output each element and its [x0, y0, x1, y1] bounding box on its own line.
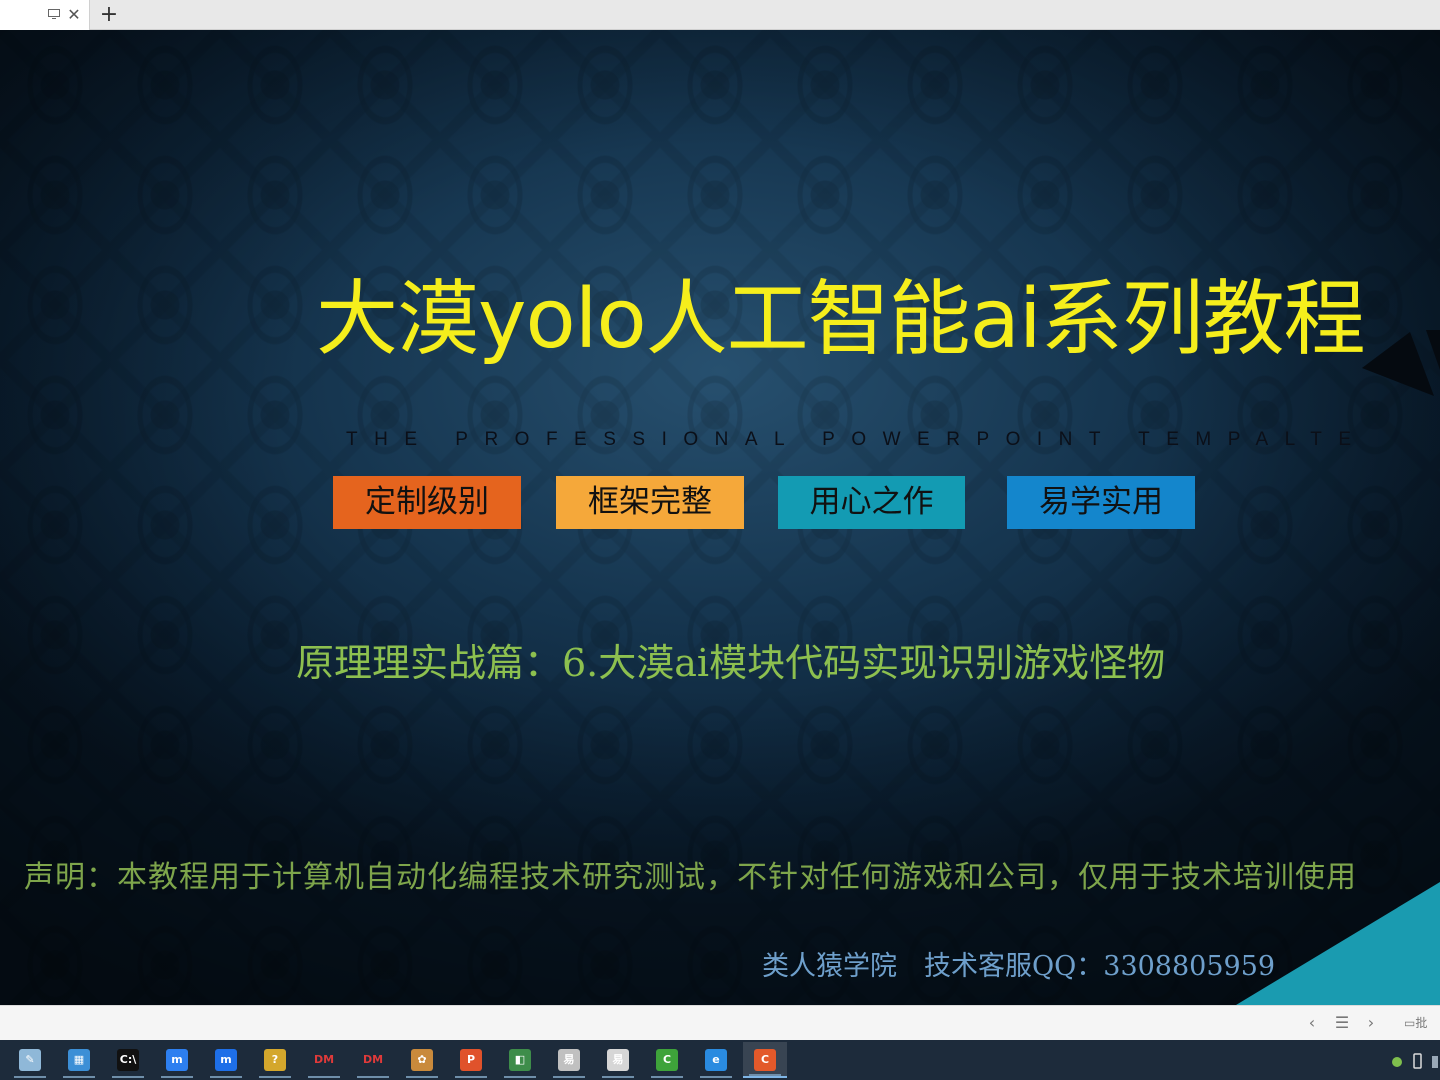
annotation-label: 批 — [1415, 1016, 1428, 1030]
running-indicator — [14, 1076, 46, 1078]
taskbar-notepad-1-button[interactable]: 易 — [547, 1042, 591, 1078]
active-tab[interactable]: ✕ — [0, 0, 90, 30]
annotation-icon: ▭ — [1404, 1016, 1416, 1030]
slide-subtitle: THE PROFESSIONAL POWERPOINT TEMPALTE — [346, 429, 1368, 450]
lesson-title: 原理理实战篇：6.大漠ai模块代码实现识别游戏怪物 — [296, 641, 1166, 685]
taskbar-dm-1-icon: DM — [313, 1053, 335, 1066]
disclaimer-text: 声明：本教程用于计算机自动化编程技术研究测试，不针对任何游戏和公司，仅用于技术培… — [24, 860, 1357, 895]
presentation-slide: 大漠yolo人工智能ai系列教程 THE PROFESSIONAL POWERP… — [0, 30, 1440, 1005]
taskbar-browser-icon: e — [705, 1049, 727, 1071]
system-tray[interactable] — [1388, 1050, 1440, 1072]
running-indicator — [210, 1076, 242, 1078]
taskbar-notepad-2-button[interactable]: 易 — [596, 1042, 640, 1078]
tag-custom-level: 定制级别 — [333, 476, 521, 529]
running-indicator — [259, 1076, 291, 1078]
taskbar-cmd-button[interactable]: C:\ — [106, 1042, 150, 1078]
taskbar-pencil-app-button[interactable]: ✎ — [8, 1042, 52, 1078]
taskbar-camtasia-orange-icon: C — [754, 1049, 776, 1071]
running-indicator — [455, 1076, 487, 1078]
running-indicator — [602, 1076, 634, 1078]
taskbar-installer-button[interactable]: ◧ — [498, 1042, 542, 1078]
monitor-icon — [48, 9, 60, 19]
slideshow-control-bar: ‹ ☰ › ▭批 — [0, 1005, 1440, 1040]
taskbar-chat-app-1-button[interactable]: m — [155, 1042, 199, 1078]
taskbar-camtasia-green-button[interactable]: C — [645, 1042, 689, 1078]
decorative-black-triangle — [1362, 330, 1440, 396]
tag-complete-framework: 框架完整 — [556, 476, 744, 529]
taskbar-cmd-icon: C:\ — [117, 1049, 139, 1071]
tab-strip: ✕ + — [0, 0, 1440, 30]
taskbar-help-tool-icon: ? — [264, 1049, 286, 1071]
taskbar-installer-icon: ◧ — [509, 1049, 531, 1071]
taskbar-chat-app-2-button[interactable]: m — [204, 1042, 248, 1078]
annotation-button[interactable]: ▭批 — [1404, 1012, 1440, 1034]
close-tab-icon[interactable]: ✕ — [66, 6, 82, 24]
running-indicator — [553, 1076, 585, 1078]
taskbar-notepad-1-icon: 易 — [558, 1049, 580, 1071]
tag-attentive-work: 用心之作 — [778, 476, 965, 529]
taskbar-notepad-2-icon: 易 — [607, 1049, 629, 1071]
taskbar-chat-app-2-icon: m — [215, 1049, 237, 1071]
taskbar-pencil-app-icon: ✎ — [19, 1049, 41, 1071]
taskbar-paint-icon: ✿ — [411, 1049, 433, 1071]
taskbar-chat-app-1-icon: m — [166, 1049, 188, 1071]
taskbar-powerpoint-button[interactable]: P — [449, 1042, 493, 1078]
running-indicator — [749, 1074, 781, 1076]
previous-slide-icon[interactable]: ‹ — [1303, 1012, 1321, 1034]
slide-title: 大漠yolo人工智能ai系列教程 — [316, 272, 1366, 367]
decorative-teal-corner — [1236, 882, 1440, 1005]
taskbar-powerpoint-icon: P — [460, 1049, 482, 1071]
taskbar-browser-button[interactable]: e — [694, 1042, 738, 1078]
taskbar-paint-button[interactable]: ✿ — [400, 1042, 444, 1078]
taskbar-control-panel-icon: ▦ — [68, 1049, 90, 1071]
running-indicator — [63, 1076, 95, 1078]
taskbar-control-panel-button[interactable]: ▦ — [57, 1042, 101, 1078]
running-indicator — [700, 1076, 732, 1078]
taskbar-dm-2-icon: DM — [362, 1053, 384, 1066]
running-indicator — [357, 1076, 389, 1078]
tag-easy-practical: 易学实用 — [1007, 476, 1195, 529]
running-indicator — [406, 1076, 438, 1078]
running-indicator — [504, 1076, 536, 1078]
slide-list-icon[interactable]: ☰ — [1331, 1012, 1353, 1034]
taskbar-camtasia-orange-button[interactable]: C — [743, 1042, 787, 1078]
running-indicator — [112, 1076, 144, 1078]
taskbar: ✎ ▦ C:\ m m? DM DM ✿ P ◧ 易 易 Ce C — [0, 1040, 1440, 1080]
taskbar-help-tool-button[interactable]: ? — [253, 1042, 297, 1078]
running-indicator — [308, 1076, 340, 1078]
next-slide-icon[interactable]: › — [1362, 1012, 1380, 1034]
taskbar-dm-2-button[interactable]: DM — [351, 1042, 395, 1078]
credits-text: 类人猿学院 技术客服QQ：3308805959 — [762, 951, 1276, 982]
tray-icons — [1392, 1053, 1438, 1069]
running-indicator — [651, 1076, 683, 1078]
new-tab-button[interactable]: + — [98, 3, 120, 27]
taskbar-dm-1-button[interactable]: DM — [302, 1042, 346, 1078]
running-indicator — [161, 1076, 193, 1078]
taskbar-camtasia-green-icon: C — [656, 1049, 678, 1071]
